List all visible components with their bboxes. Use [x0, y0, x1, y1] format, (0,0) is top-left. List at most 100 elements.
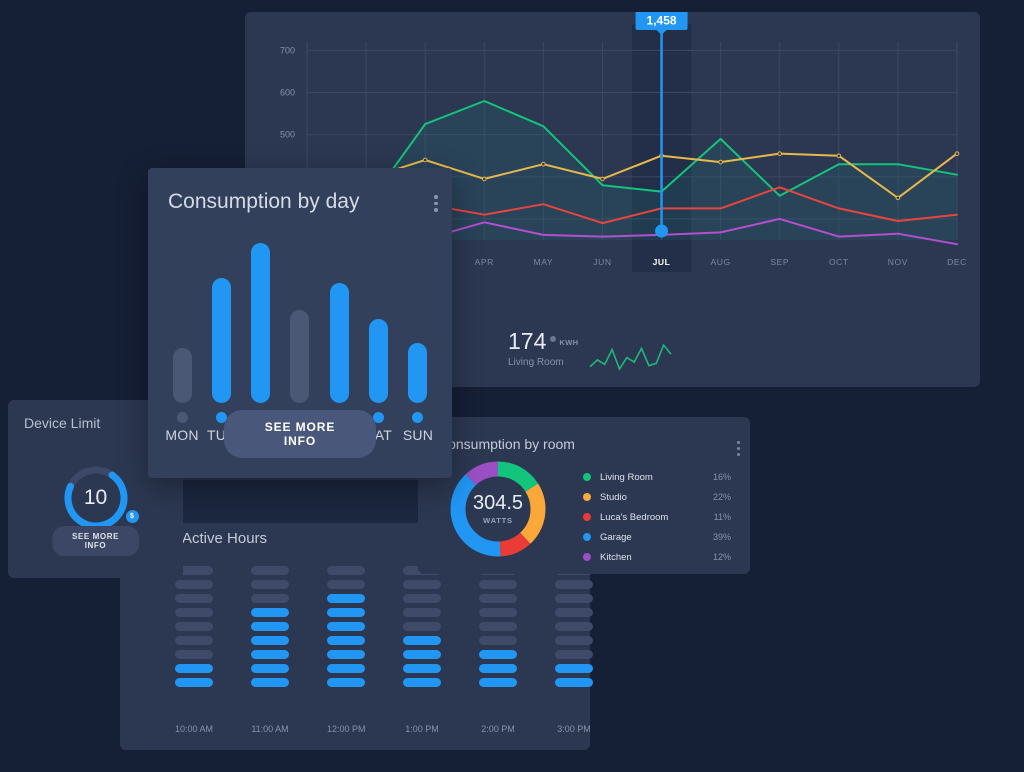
day-bar-label: SUN: [402, 427, 434, 443]
room-card-menu-icon[interactable]: [736, 441, 740, 456]
day-card-menu-icon[interactable]: [434, 195, 438, 212]
active-hours-segment: [175, 664, 213, 673]
active-hours-segment: [251, 580, 289, 589]
active-hours-segment: [555, 594, 593, 603]
gauge-badge-icon: $: [123, 508, 141, 525]
legend-color-dot-icon: [583, 533, 591, 541]
day-see-more-button[interactable]: SEE MORE INFO: [224, 410, 376, 458]
active-hours-column[interactable]: [327, 566, 365, 687]
legend-percent: 11%: [713, 512, 731, 522]
active-hours-segment: [479, 664, 517, 673]
active-hours-segment: [403, 622, 441, 631]
legend-item[interactable]: Kitchen 12%: [583, 547, 731, 567]
device-limit-see-more-button[interactable]: SEE MORE INFO: [51, 526, 140, 556]
active-hours-segment: [251, 594, 289, 603]
legend-item[interactable]: Garage 39%: [583, 527, 731, 547]
active-hours-segment: [175, 650, 213, 659]
active-hours-segment: [327, 678, 365, 687]
active-hours-segment: [251, 664, 289, 673]
active-hours-segment: [327, 580, 365, 589]
active-hours-segment: [327, 594, 365, 603]
legend-item[interactable]: Living Room 16%: [583, 467, 731, 487]
active-hours-labels: 10:00 AM 11:00 AM 12:00 PM 1:00 PM 2:00 PM 3:…: [175, 724, 593, 734]
svg-text:OCT: OCT: [829, 257, 849, 267]
active-hours-segment: [251, 650, 289, 659]
active-hours-segment: [327, 636, 365, 645]
active-hours-segment: [479, 622, 517, 631]
active-hours-column[interactable]: [403, 566, 441, 687]
donut-unit: WATTS: [483, 516, 513, 525]
svg-text:MAY: MAY: [534, 257, 554, 267]
legend-color-dot-icon: [583, 513, 591, 521]
active-hours-segment: [175, 580, 213, 589]
active-hours-segment: [555, 678, 593, 687]
legend-item[interactable]: Studio 22%: [583, 487, 731, 507]
room-donut-chart: 304.5 WATTS: [446, 457, 550, 561]
active-hours-segment: [403, 594, 441, 603]
active-hours-segment: [403, 580, 441, 589]
legend-label: Luca's Bedroom: [600, 511, 669, 523]
active-hours-segment: [403, 664, 441, 673]
kwh-room-label: Living Room: [508, 357, 564, 368]
active-hours-segment: [403, 608, 441, 617]
day-bar-column[interactable]: SUN: [402, 343, 434, 443]
active-hours-segment: [479, 594, 517, 603]
device-limit-gauge: 10 $: [60, 462, 141, 534]
active-hours-column[interactable]: [251, 566, 289, 687]
active-hours-segment: [479, 678, 517, 687]
room-legend: Living Room 16% Studio 22% Luca's Bedroom 11%…: [583, 467, 731, 567]
svg-text:APR: APR: [475, 257, 494, 267]
day-bar-column[interactable]: MON: [165, 348, 199, 443]
svg-text:DEC: DEC: [947, 257, 967, 267]
day-bar: [408, 343, 428, 403]
legend-label: Studio: [600, 491, 627, 503]
active-hours-segment: [327, 566, 365, 575]
active-hours-segment: [251, 608, 289, 617]
consumption-by-room-title: Consumption by room: [438, 436, 575, 452]
day-bar: [290, 310, 310, 403]
active-hours-segment: [327, 650, 365, 659]
active-hours-segment: [251, 566, 289, 575]
dashboard-root: 300400500600700JANFEBMARAPRMAYJUNJULAUGS…: [0, 0, 1024, 772]
active-hours-segment: [251, 622, 289, 631]
active-hours-grid: [175, 566, 593, 687]
active-hours-segment: [555, 608, 593, 617]
active-hours-segment: [555, 650, 593, 659]
active-hours-label: 12:00 PM: [327, 724, 366, 734]
svg-text:JUL: JUL: [653, 257, 671, 267]
donut-center-label: 304.5 WATTS: [446, 457, 550, 561]
svg-text:JUN: JUN: [593, 257, 611, 267]
legend-color-dot-icon: [583, 553, 591, 561]
active-hours-segment: [479, 580, 517, 589]
active-hours-column[interactable]: [175, 566, 213, 687]
legend-percent: 22%: [712, 492, 731, 502]
day-bar-label: MON: [165, 427, 199, 443]
legend-percent: 12%: [712, 552, 731, 562]
kwh-dot-icon: [550, 336, 557, 342]
kwh-sparkline: [589, 343, 672, 371]
legend-percent: 39%: [712, 532, 731, 542]
active-hours-segment: [251, 636, 289, 645]
legend-item[interactable]: Luca's Bedroom 11%: [583, 507, 731, 527]
active-hours-segment: [175, 636, 213, 645]
legend-color-dot-icon: [583, 493, 591, 501]
consumption-by-day-title: Consumption by day: [168, 190, 360, 213]
gauge-value: 10: [83, 486, 108, 509]
svg-text:1,458: 1,458: [647, 14, 677, 28]
active-hours-label: 10:00 AM: [175, 724, 214, 734]
legend-label: Garage: [600, 531, 632, 543]
active-hours-segment: [251, 678, 289, 687]
day-bar: [251, 243, 271, 403]
active-hours-segment: [175, 622, 213, 631]
active-hours-segment: [175, 594, 213, 603]
svg-text:NOV: NOV: [888, 257, 908, 267]
active-hours-segment: [555, 636, 593, 645]
active-hours-segment: [403, 636, 441, 645]
active-hours-title: Active Hours: [182, 530, 268, 547]
active-hours-column[interactable]: [555, 566, 593, 687]
svg-text:700: 700: [280, 45, 295, 55]
svg-text:AUG: AUG: [711, 257, 731, 267]
active-hours-column[interactable]: [479, 566, 517, 687]
legend-color-dot-icon: [583, 473, 591, 481]
svg-text:500: 500: [280, 130, 295, 140]
